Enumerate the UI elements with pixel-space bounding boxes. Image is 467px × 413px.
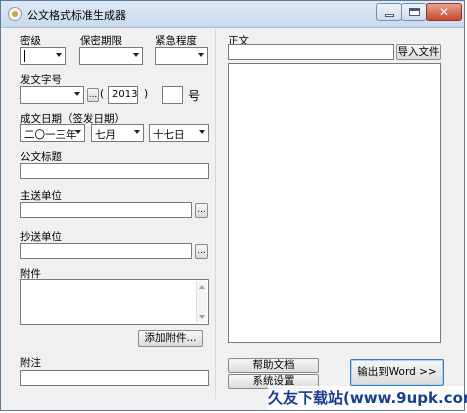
- hao-label: 号: [188, 89, 201, 103]
- chevron-down-icon: [133, 53, 139, 57]
- doc-title-label: 公文标题: [20, 151, 62, 163]
- main-recipient-label: 主送单位: [20, 190, 62, 202]
- attachment-scrollbar[interactable]: [196, 281, 207, 323]
- secrecy-term-select[interactable]: [79, 47, 143, 65]
- body-textarea[interactable]: [228, 63, 441, 343]
- close-icon: ✕: [438, 5, 450, 19]
- help-button[interactable]: 帮助文档: [228, 358, 319, 373]
- minimize-button[interactable]: [376, 3, 402, 21]
- cc-recipient-input[interactable]: [20, 243, 192, 259]
- urgency-select[interactable]: [155, 47, 208, 65]
- maximize-icon: [409, 8, 420, 16]
- watermark: 久友下载站(www.9upk.com): [268, 386, 467, 410]
- cc-recipient-label: 抄送单位: [20, 231, 62, 243]
- doc-number-browse-button[interactable]: ...: [87, 88, 99, 102]
- urgency-label: 紧急程度: [155, 35, 197, 47]
- chevron-down-icon: [199, 130, 205, 134]
- app-window: 公文格式标准生成器 ✕ 密级 保密期限 紧急程度 发文字号 ... ( 2013…: [0, 0, 465, 411]
- doc-number-label: 发文字号: [20, 74, 62, 86]
- doc-title-input[interactable]: [20, 163, 209, 179]
- divider: [215, 29, 216, 399]
- scroll-up-icon: [199, 285, 205, 289]
- cc-recipient-browse-button[interactable]: ...: [195, 244, 208, 259]
- paren-open: (: [100, 88, 105, 100]
- main-recipient-input[interactable]: [20, 202, 192, 218]
- date-month-select[interactable]: 七月: [91, 124, 144, 142]
- secrecy-select[interactable]: [20, 47, 66, 65]
- export-word-button[interactable]: 输出到Word >>: [350, 359, 444, 386]
- chevron-down-icon: [74, 92, 80, 96]
- doc-year-input[interactable]: 2013: [108, 86, 138, 104]
- window-title: 公文格式标准生成器: [27, 9, 126, 22]
- scroll-down-icon: [199, 315, 205, 319]
- minimize-icon: [385, 14, 394, 17]
- secrecy-term-label: 保密期限: [80, 35, 122, 47]
- note-label: 附注: [20, 357, 41, 369]
- date-day-select[interactable]: 十七日: [149, 124, 209, 142]
- attachment-list[interactable]: [20, 279, 209, 325]
- secrecy-label: 密级: [20, 35, 41, 47]
- main-recipient-browse-button[interactable]: ...: [195, 203, 208, 218]
- doc-number-prefix-select[interactable]: [20, 86, 84, 104]
- close-button[interactable]: ✕: [426, 3, 462, 21]
- import-file-button[interactable]: 导入文件: [396, 44, 441, 60]
- paren-close: ): [144, 88, 149, 100]
- note-input[interactable]: [20, 370, 209, 386]
- body-file-path-input[interactable]: [228, 44, 394, 60]
- chevron-down-icon: [134, 130, 140, 134]
- doc-seq-input[interactable]: [162, 86, 183, 104]
- date-year-select[interactable]: 二〇一三年: [20, 124, 85, 142]
- chevron-down-icon: [56, 53, 62, 57]
- title-bar: 公文格式标准生成器 ✕: [1, 1, 464, 28]
- text-caret: [24, 50, 25, 62]
- add-attachment-button[interactable]: 添加附件...: [138, 330, 203, 347]
- chevron-down-icon: [75, 130, 81, 134]
- maximize-button[interactable]: [401, 3, 427, 21]
- app-icon: [8, 7, 22, 21]
- chevron-down-icon: [198, 53, 204, 57]
